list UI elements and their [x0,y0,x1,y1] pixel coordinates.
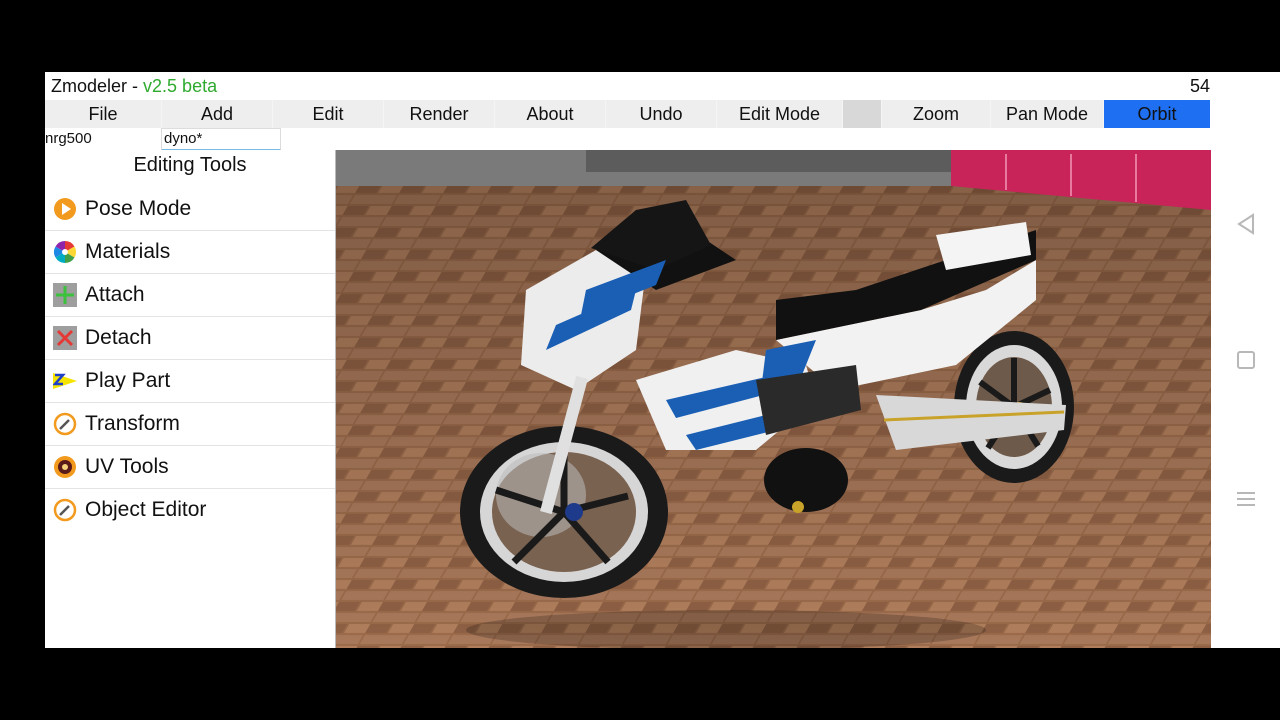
tool-label: UV Tools [85,455,169,478]
tool-detach[interactable]: Detach [45,317,335,360]
3d-viewport[interactable] [335,150,1211,648]
menu-edit[interactable]: Edit [273,100,383,128]
tool-object-editor[interactable]: Object Editor [45,489,335,531]
tool-transform[interactable]: Transform [45,403,335,446]
name-bar: nrg500 dyno* [45,128,335,151]
tool-label: Detach [85,326,152,349]
app-title: Zmodeler - v2.5 beta [51,76,217,97]
pencil-circle-icon [53,498,77,522]
z-arrow-icon [53,373,77,389]
menu-edit-mode[interactable]: Edit Mode [717,100,842,128]
x-icon [53,326,77,350]
tool-label: Transform [85,412,180,435]
plus-icon [53,283,77,307]
back-triangle-icon[interactable] [1234,212,1258,236]
tool-label: Attach [85,283,145,306]
menu-orbit[interactable]: Orbit [1104,100,1210,128]
tool-materials[interactable]: Materials [45,231,335,274]
tool-attach[interactable]: Attach [45,274,335,317]
menu-add[interactable]: Add [162,100,272,128]
menu-undo[interactable]: Undo [606,100,716,128]
pencil-circle-icon [53,412,77,436]
menu-blank[interactable] [843,100,881,128]
model-name-field[interactable]: nrg500 [45,128,160,150]
tool-label: Materials [85,240,171,263]
android-nav-bar [1210,150,1280,648]
title-bar: Zmodeler - v2.5 beta 54 [45,72,1210,100]
tool-pose-mode[interactable]: Pose Mode [45,188,335,231]
tool-label: Object Editor [85,498,207,521]
tool-play-part[interactable]: Play Part [45,360,335,403]
app-name: Zmodeler - [51,76,144,96]
menu-lines-icon[interactable] [1234,487,1258,511]
play-circle-icon [54,198,76,220]
menu-about[interactable]: About [495,100,605,128]
editing-tools-panel: Editing Tools Pose Mode Materials Attach… [45,150,335,648]
tool-label: Pose Mode [85,197,192,220]
tool-label: Play Part [85,369,171,392]
motorcycle-scene [336,150,1211,648]
tools-title: Editing Tools [133,154,247,176]
menu-pan-mode[interactable]: Pan Mode [991,100,1103,128]
home-square-icon[interactable] [1234,348,1258,372]
fps-counter: 54 [1189,76,1210,96]
menu-bar: File Add Edit Render About Undo Edit Mod… [45,100,1210,128]
part-name-field[interactable]: dyno* [161,128,281,151]
tool-uv-tools[interactable]: UV Tools [45,446,335,489]
color-wheel-icon [54,241,76,263]
menu-render[interactable]: Render [384,100,494,128]
menu-zoom[interactable]: Zoom [882,100,990,128]
app-version: v2.5 beta [143,76,218,96]
menu-file[interactable]: File [45,100,161,128]
uv-icon [54,456,76,478]
zmodeler-app: Zmodeler - v2.5 beta 54 File Add Edit Re… [45,72,1280,648]
